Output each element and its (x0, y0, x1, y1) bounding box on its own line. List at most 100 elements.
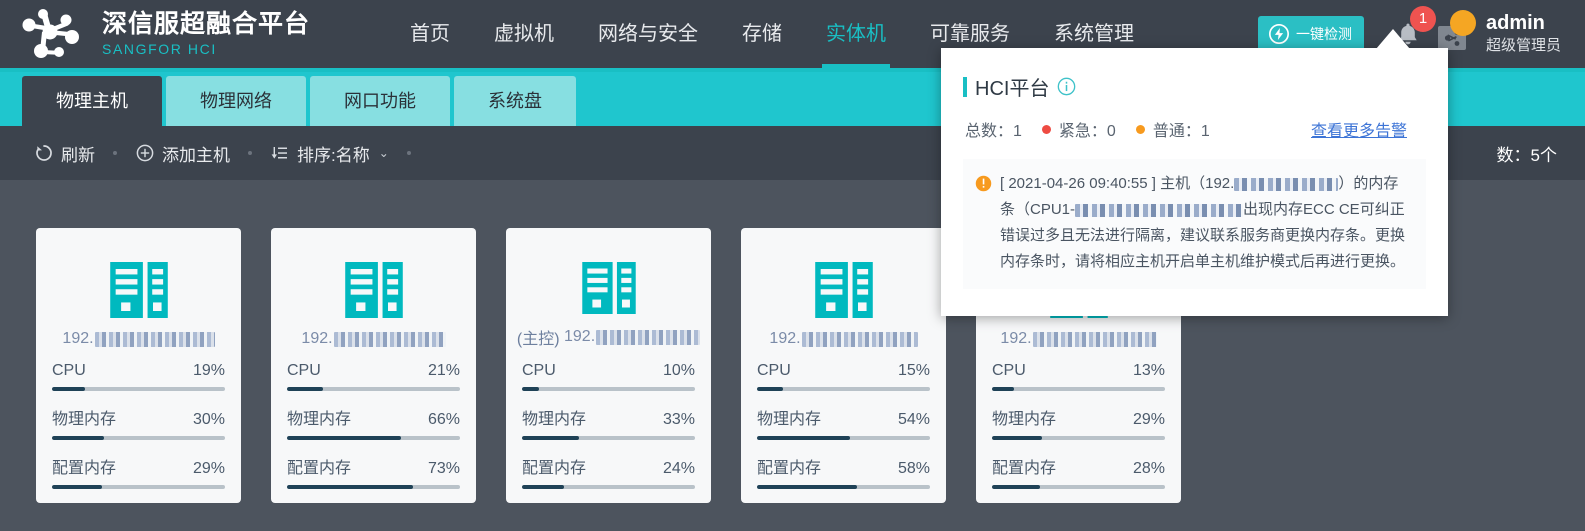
nav-item-home[interactable]: 首页 (388, 0, 472, 68)
metric-label: CPU (287, 362, 321, 379)
metric-cpu: CPU 19% (52, 362, 225, 391)
host-card[interactable]: 192. CPU 19% 物理内存 30% 配置内存 29% (36, 228, 241, 503)
metric-label: 配置内存 (992, 460, 1057, 477)
refresh-label: 刷新 (61, 145, 95, 165)
urgent-dot-icon (1041, 124, 1051, 134)
metric-value: 33% (662, 411, 695, 428)
metric-cpu: CPU 10% (522, 362, 695, 391)
alert-ip-redacted (1234, 177, 1339, 191)
alert-total-count: 总数：1 (965, 123, 1022, 140)
metric-bar (287, 387, 460, 391)
metric-value: 73% (427, 460, 460, 477)
tab-system-disk[interactable]: 系统盘 (454, 76, 576, 126)
brand-logo[interactable] (0, 0, 100, 68)
tab-physical-network[interactable]: 物理网络 (166, 76, 306, 126)
plus-circle-icon (136, 144, 154, 162)
server-icon (344, 262, 403, 318)
metric-label: 物理内存 (522, 411, 587, 428)
view-more-alerts-link[interactable]: 查看更多告警 (1311, 117, 1407, 141)
refresh-button[interactable]: 刷新 (34, 141, 95, 166)
host-metrics: CPU 19% 物理内存 30% 配置内存 29% (52, 362, 225, 503)
metric-value: 19% (192, 362, 225, 379)
metric-configured-memory: 配置内存 29% (52, 454, 225, 489)
metric-value: 21% (427, 362, 460, 379)
popup-title-row: HCI平台 (963, 72, 1448, 101)
one-click-scan-label: 一键检测 (1295, 26, 1352, 42)
host-ip-label: 192. (301, 330, 446, 348)
info-circle-icon[interactable] (1057, 77, 1076, 96)
one-click-scan-button[interactable]: 一键检测 (1257, 16, 1364, 52)
host-card[interactable]: 192. CPU 15% 物理内存 54% 配置内存 58% (741, 228, 946, 503)
host-master-tag: (主控) (516, 331, 560, 348)
metric-bar (52, 436, 225, 440)
alert-popup-panel: HCI平台 总数：1 紧急：0 普通：1 查看更多告警 [ 2021-04-26… (941, 48, 1448, 316)
alert-message-item[interactable]: [ 2021-04-26 09:40:55 ] 主机（192. ）的内存条（CPU… (963, 159, 1426, 289)
sort-dropdown[interactable]: 排序:名称 ⌄ (270, 141, 389, 166)
metric-value: 10% (662, 362, 695, 379)
host-card[interactable]: 192. CPU 21% 物理内存 66% 配置内存 73% (271, 228, 476, 503)
metric-physical-memory: 物理内存 33% (522, 405, 695, 440)
host-metrics: CPU 21% 物理内存 66% 配置内存 73% (287, 362, 460, 503)
normal-dot-icon (1135, 124, 1145, 134)
toolbar-separator (406, 151, 411, 155)
alert-text-part1: [ 2021-04-26 09:40:55 ] 主机（192. (1000, 175, 1235, 192)
admin-account[interactable]: admin 超级管理员 (1476, 11, 1585, 57)
metric-value: 29% (192, 460, 225, 477)
host-ip-prefix: 192. (564, 328, 596, 345)
metric-value: 28% (1132, 460, 1165, 477)
metric-configured-memory: 配置内存 73% (287, 454, 460, 489)
host-metrics: CPU 10% 物理内存 33% 配置内存 24% (522, 362, 695, 503)
host-total-count: 数：5个 (1496, 145, 1557, 165)
metric-physical-memory: 物理内存 30% (52, 405, 225, 440)
nav-item-vm[interactable]: 虚拟机 (472, 0, 576, 68)
host-ip-prefix: 192. (769, 330, 801, 347)
tab-physical-host[interactable]: 物理主机 (22, 76, 162, 126)
metric-bar (992, 387, 1165, 391)
nav-item-network-security[interactable]: 网络与安全 (576, 0, 720, 68)
metric-configured-memory: 配置内存 24% (522, 454, 695, 489)
host-ip-redacted (333, 331, 446, 347)
add-host-label: 添加主机 (162, 145, 230, 165)
metric-configured-memory: 配置内存 58% (757, 454, 930, 489)
metric-bar (287, 436, 460, 440)
metric-label: 物理内存 (992, 411, 1057, 428)
metric-value: 54% (897, 411, 930, 428)
metric-value: 58% (897, 460, 930, 477)
metric-label: CPU (52, 362, 86, 379)
metric-configured-memory: 配置内存 28% (992, 454, 1165, 489)
host-ip-prefix: 192. (62, 330, 94, 347)
add-host-button[interactable]: 添加主机 (135, 141, 230, 166)
metric-label: 物理内存 (757, 411, 822, 428)
host-metrics: CPU 13% 物理内存 29% 配置内存 28% (992, 362, 1165, 503)
alert-urgent-count: 紧急：0 (1058, 123, 1116, 140)
metric-physical-memory: 物理内存 66% (287, 405, 460, 440)
host-card[interactable]: (主控) 192. CPU 10% 物理内存 33% 配置内存 24% (506, 228, 711, 503)
host-ip-label: 192. (1000, 330, 1157, 348)
tab-port-function[interactable]: 网口功能 (310, 76, 450, 126)
nav-item-storage[interactable]: 存储 (720, 0, 804, 68)
host-ip-redacted (94, 331, 215, 347)
metric-label: 配置内存 (287, 460, 352, 477)
alert-stats-row: 总数：1 紧急：0 普通：1 查看更多告警 (965, 117, 1425, 141)
metric-cpu: CPU 15% (757, 362, 930, 391)
alert-message-text: [ 2021-04-26 09:40:55 ] 主机（192. ）的内存条（CPU… (1000, 171, 1412, 275)
metric-label: 配置内存 (757, 460, 822, 477)
server-icon (581, 262, 636, 314)
toolbar-separator (248, 151, 252, 155)
metric-label: 物理内存 (287, 411, 352, 428)
metric-label: CPU (757, 362, 791, 379)
host-ip-redacted (1032, 331, 1157, 347)
metric-bar (992, 436, 1165, 440)
host-metrics: CPU 15% 物理内存 54% 配置内存 58% (757, 362, 930, 503)
metric-label: CPU (522, 362, 556, 379)
metric-cpu: CPU 21% (287, 362, 460, 391)
host-ip-label: (主控) 192. (516, 326, 701, 348)
metric-bar (757, 387, 930, 391)
metric-cpu: CPU 13% (992, 362, 1165, 391)
metric-value: 29% (1132, 411, 1165, 428)
brand-name-en: SANGFOR HCI (102, 41, 217, 57)
host-ip-redacted (596, 329, 701, 345)
nav-item-physical-machine[interactable]: 实体机 (804, 0, 908, 68)
host-ip-label: 192. (769, 330, 918, 348)
alert-normal-count: 普通：1 (1152, 123, 1210, 140)
